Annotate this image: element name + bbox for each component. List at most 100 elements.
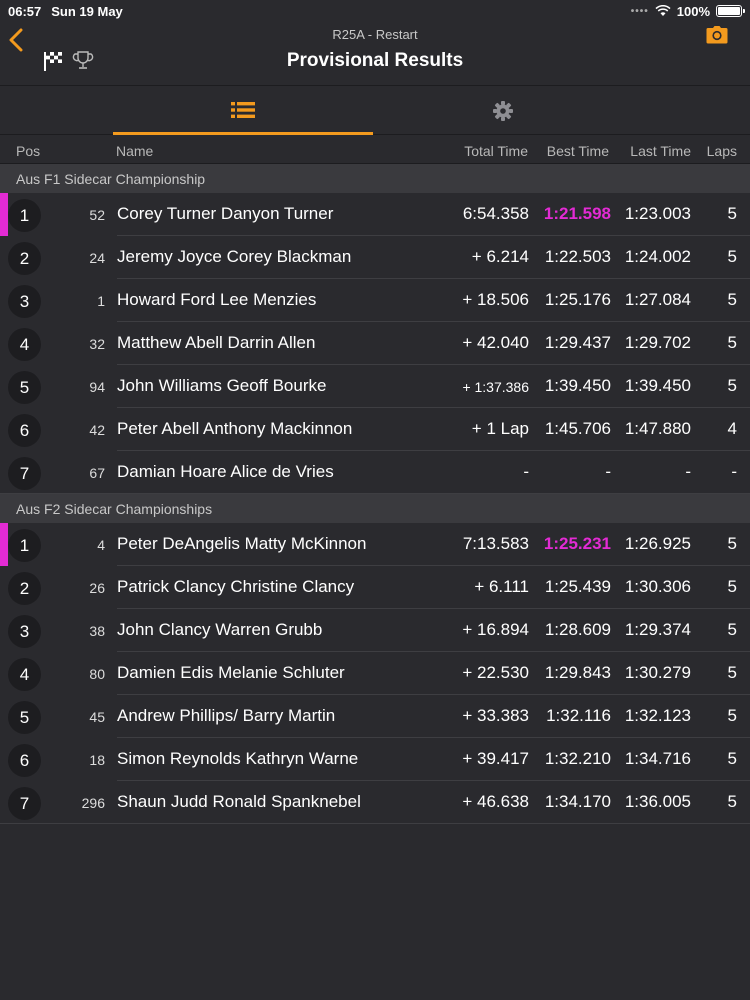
gear-icon [493, 101, 513, 121]
best-time: 1:29.437 [544, 333, 611, 352]
list-icon [231, 101, 255, 118]
laps-count: 5 [727, 749, 737, 768]
total-time: + 6.214 [471, 247, 529, 266]
table-row[interactable]: 6 18 Simon Reynolds Kathryn Warne + 39.417 1… [0, 738, 750, 781]
last-time: 1:26.925 [624, 534, 691, 553]
last-time: 1:36.005 [624, 792, 691, 811]
last-time: 1:30.279 [624, 663, 691, 682]
tab-results-list[interactable] [113, 87, 373, 135]
rider-names: Shaun Judd Ronald Spanknebel [117, 792, 361, 811]
position-badge: 3 [8, 285, 41, 318]
rider-names: Matthew Abell Darrin Allen [117, 333, 316, 352]
status-right: •••• 100% [630, 4, 745, 19]
table-row[interactable]: 3 38 John Clancy Warren Grubb + 16.894 1:28.… [0, 609, 750, 652]
rider-names: John Williams Geoff Bourke [117, 376, 327, 395]
rider-names: Howard Ford Lee Menzies [117, 290, 317, 309]
table-row[interactable]: 6 42 Peter Abell Anthony Mackinnon + 1 Lap 1… [0, 408, 750, 451]
laps-count: 5 [727, 204, 737, 223]
last-time: - [685, 462, 691, 481]
position-badge: 1 [8, 529, 41, 562]
col-last-time[interactable]: Last Time [630, 143, 691, 159]
last-time: 1:47.880 [624, 419, 691, 438]
laps-count: 5 [727, 706, 737, 725]
col-best-time[interactable]: Best Time [547, 143, 609, 159]
race-number: 45 [89, 709, 105, 725]
rider-names: Damian Hoare Alice de Vries [117, 462, 334, 481]
rider-names: Andrew Phillips/ Barry Martin [117, 706, 336, 725]
laps-count: 5 [727, 290, 737, 309]
last-time: 1:39.450 [624, 376, 691, 395]
last-time: 1:32.123 [624, 706, 691, 725]
total-time: + 16.894 [462, 620, 529, 639]
camera-icon[interactable] [706, 25, 728, 45]
table-row[interactable]: 7 67 Damian Hoare Alice de Vries - - - - [0, 451, 750, 494]
section-header: Aus F2 Sidecar Championships [0, 494, 750, 523]
status-time: 06:57 [8, 3, 42, 19]
race-number: 67 [89, 465, 105, 481]
position-badge: 5 [8, 371, 41, 404]
table-row[interactable]: 4 80 Damien Edis Melanie Schluter + 22.530 1… [0, 652, 750, 695]
position-value: 2 [19, 248, 30, 268]
last-time: 1:29.374 [624, 620, 691, 639]
position-value: 3 [19, 291, 30, 311]
position-badge: 2 [8, 572, 41, 605]
race-number: 94 [89, 379, 105, 395]
last-time: 1:27.084 [624, 290, 691, 309]
laps-count: 5 [727, 663, 737, 682]
status-bar: 06:57 Sun 19 May •••• 100% [0, 0, 750, 22]
last-time: 1:24.002 [624, 247, 691, 266]
table-row[interactable]: 2 26 Patrick Clancy Christine Clancy + 6.11… [0, 566, 750, 609]
last-time: 1:34.716 [624, 749, 691, 768]
col-name[interactable]: Name [116, 143, 153, 159]
total-time: + 46.638 [462, 792, 529, 811]
wifi-icon [655, 5, 671, 16]
status-left: 06:57 Sun 19 May [8, 4, 123, 19]
leader-indicator [0, 523, 8, 566]
tab-settings[interactable] [373, 87, 633, 135]
race-number: 26 [89, 580, 105, 596]
race-number: 80 [89, 666, 105, 682]
position-badge: 4 [8, 658, 41, 691]
race-number: 18 [89, 752, 105, 768]
table-row[interactable]: 1 4 Peter DeAngelis Matty McKinnon 7:13.583… [0, 523, 750, 566]
position-value: 5 [19, 707, 30, 727]
cellular-dots-icon: •••• [630, 5, 649, 17]
total-time: - [523, 462, 529, 481]
table-row[interactable]: 5 45 Andrew Phillips/ Barry Martin + 33.383… [0, 695, 750, 738]
rider-names: Patrick Clancy Christine Clancy [117, 577, 355, 596]
table-row[interactable]: 2 24 Jeremy Joyce Corey Blackman + 6.214 1:2… [0, 236, 750, 279]
empty-area [0, 824, 750, 1000]
col-pos[interactable]: Pos [16, 143, 40, 159]
best-time: 1:32.210 [544, 749, 611, 768]
laps-count: - [731, 462, 737, 481]
best-time: 1:29.843 [544, 663, 611, 682]
column-headers: Pos Name Total Time Best Time Last Time … [0, 136, 750, 164]
table-row[interactable]: 4 32 Matthew Abell Darrin Allen + 42.040 1:2… [0, 322, 750, 365]
position-value: 6 [19, 420, 30, 440]
view-tabs [0, 87, 750, 135]
best-time: 1:34.170 [544, 792, 611, 811]
position-badge: 2 [8, 242, 41, 275]
rider-names: Corey Turner Danyon Turner [117, 204, 334, 223]
col-total-time[interactable]: Total Time [464, 143, 528, 159]
table-row[interactable]: 5 94 John Williams Geoff Bourke + 1:37.386 1… [0, 365, 750, 408]
race-number: 4 [97, 537, 105, 553]
position-badge: 7 [8, 787, 41, 820]
best-time: 1:22.503 [544, 247, 611, 266]
total-time: 7:13.583 [462, 534, 529, 553]
table-row[interactable]: 7 296 Shaun Judd Ronald Spanknebel + 46.638… [0, 781, 750, 824]
table-row[interactable]: 3 1 Howard Ford Lee Menzies + 18.506 1:25.17… [0, 279, 750, 322]
total-time: + 39.417 [462, 749, 529, 768]
best-time: 1:25.439 [544, 577, 611, 596]
position-value: 4 [19, 334, 30, 354]
race-subtitle: R25A - Restart [332, 27, 418, 42]
rider-names: Peter DeAngelis Matty McKinnon [117, 534, 367, 553]
total-time: + 6.111 [474, 577, 529, 596]
col-laps[interactable]: Laps [707, 143, 737, 159]
position-value: 7 [19, 793, 30, 813]
last-time: 1:30.306 [624, 577, 691, 596]
position-badge: 1 [8, 199, 41, 232]
rider-names: Simon Reynolds Kathryn Warne [117, 749, 359, 768]
table-row[interactable]: 1 52 Corey Turner Danyon Turner 6:54.358 1:2… [0, 193, 750, 236]
page-title: Provisional Results [286, 50, 464, 71]
